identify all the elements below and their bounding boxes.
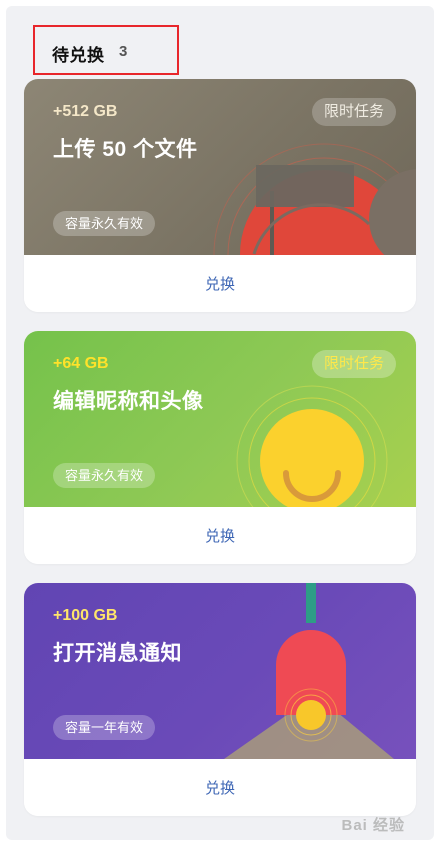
redeem-button[interactable]: 兑换 xyxy=(205,273,235,294)
watermark: Bai 经验 xyxy=(341,817,405,834)
redeem-button[interactable]: 兑换 xyxy=(205,777,235,798)
task-title: 打开消息通知 xyxy=(53,642,182,665)
card-banner: +512 GB 上传 50 个文件 限时任务 容量永久有效 xyxy=(24,79,416,255)
card-banner: +100 GB 打开消息通知 容量一年有效 xyxy=(24,583,416,759)
validity-tag: 容量永久有效 xyxy=(53,463,156,488)
reward-amount: +512 GB xyxy=(53,103,118,120)
validity-tag: 容量一年有效 xyxy=(53,715,156,740)
header-count: 3 xyxy=(119,43,128,60)
task-card-edit-profile: +64 GB 编辑昵称和头像 限时任务 容量永久有效 兑换 xyxy=(24,331,416,564)
task-title: 编辑昵称和头像 xyxy=(53,390,204,413)
limited-task-badge: 限时任务 xyxy=(311,98,396,126)
task-card-enable-notifications: +100 GB 打开消息通知 容量一年有效 兑换 xyxy=(24,583,416,816)
redeem-button[interactable]: 兑换 xyxy=(205,525,235,546)
card-action-bar: 兑换 xyxy=(24,507,416,564)
reward-amount: +100 GB xyxy=(53,607,118,624)
card-action-bar: 兑换 xyxy=(24,255,416,312)
pending-redeem-header: 待兑换 3 xyxy=(33,25,179,75)
validity-tag: 容量永久有效 xyxy=(53,211,156,236)
task-title: 上传 50 个文件 xyxy=(53,138,198,161)
card-action-bar: 兑换 xyxy=(24,759,416,816)
reward-amount: +64 GB xyxy=(53,355,109,372)
header-title: 待兑换 xyxy=(52,46,105,65)
card-banner: +64 GB 编辑昵称和头像 限时任务 容量永久有效 xyxy=(24,331,416,507)
limited-task-badge: 限时任务 xyxy=(311,350,396,378)
task-card-upload-files: +512 GB 上传 50 个文件 限时任务 容量永久有效 兑换 xyxy=(24,79,416,312)
